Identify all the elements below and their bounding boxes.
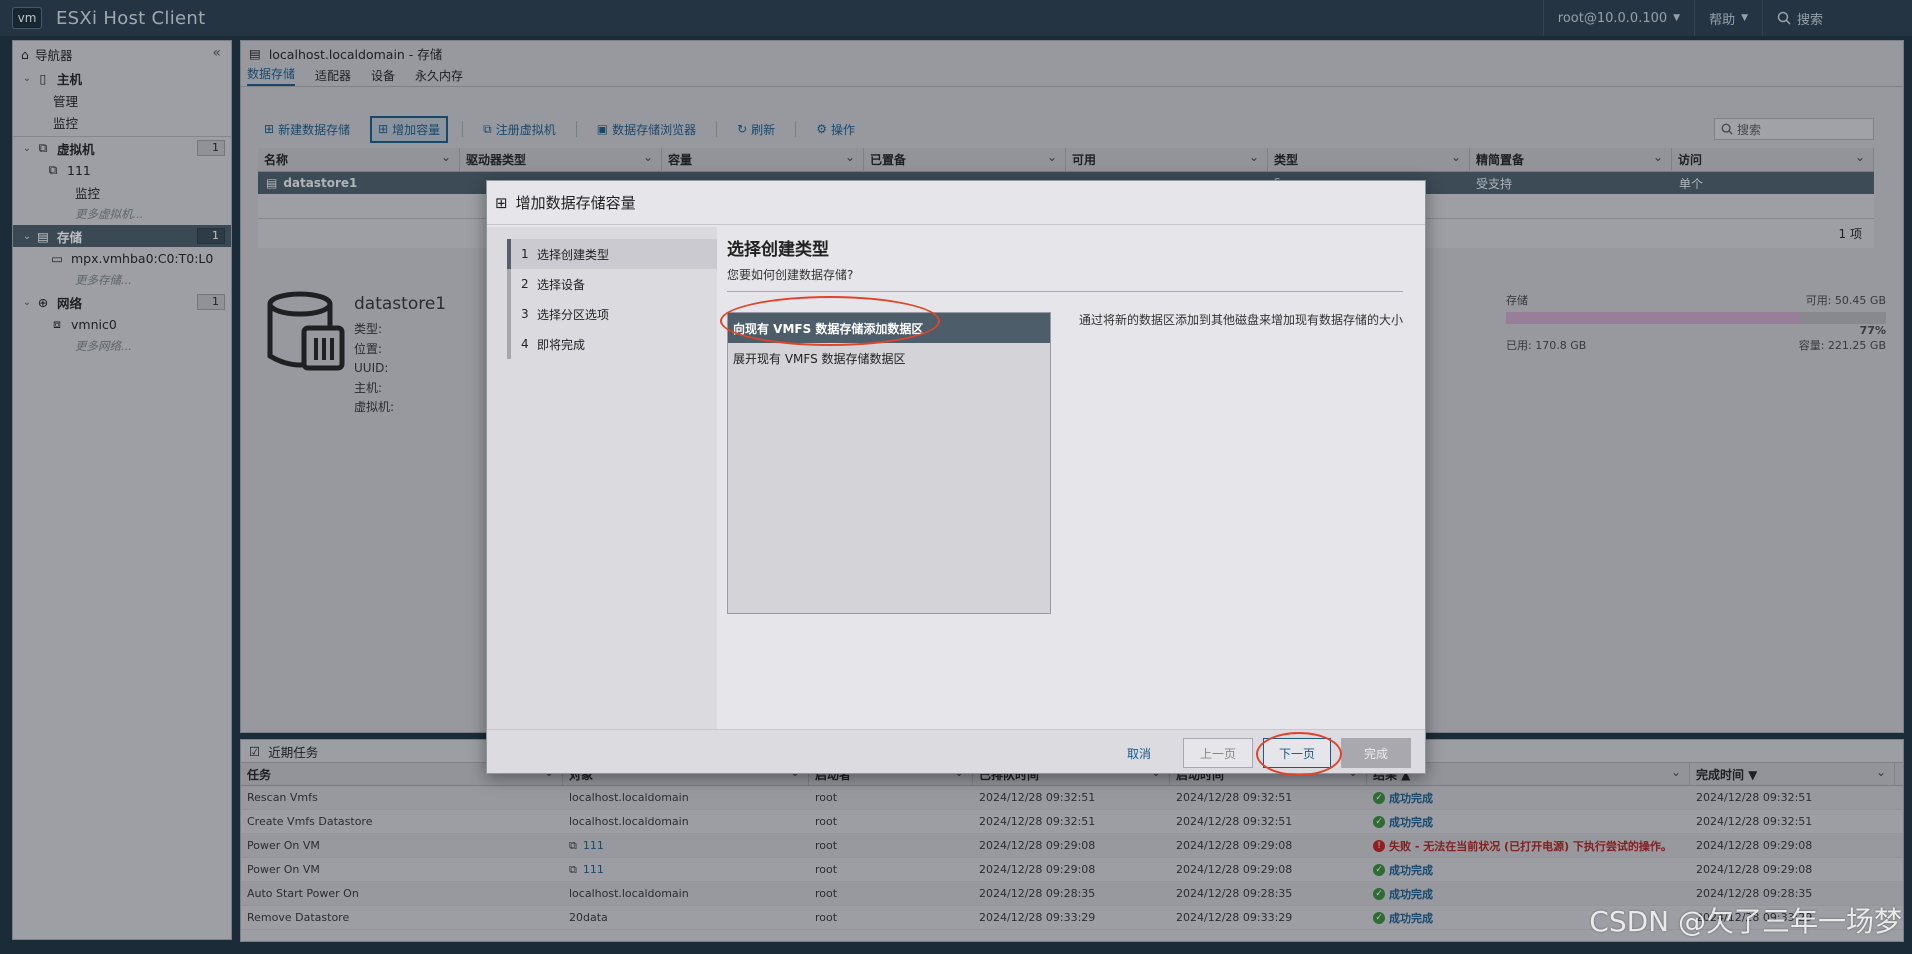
increase-capacity-dialog: ⊞ 增加数据存储容量 1 选择创建类型 2 选择设备 3 选择分区选项 4 即将完成 选择… bbox=[486, 180, 1426, 774]
step-3[interactable]: 3 选择分区选项 bbox=[507, 299, 717, 329]
finish-button[interactable]: 完成 bbox=[1341, 738, 1411, 768]
next-button[interactable]: 下一页 bbox=[1263, 738, 1331, 768]
watermark: CSDN @欠了三年一场梦 bbox=[1589, 905, 1902, 938]
option-description: 通过将新的数据区添加到其他磁盘来增加现有数据存储的大小 bbox=[1079, 313, 1404, 327]
step-4[interactable]: 4 即将完成 bbox=[507, 329, 717, 359]
increase-capacity-icon: ⊞ bbox=[495, 193, 508, 212]
step-heading: 选择创建类型 bbox=[727, 240, 829, 260]
cancel-button[interactable]: 取消 bbox=[1109, 738, 1169, 768]
step-question: 您要如何创建数据存储? bbox=[727, 266, 1403, 292]
previous-button[interactable]: 上一页 bbox=[1183, 738, 1253, 768]
step-2[interactable]: 2 选择设备 bbox=[507, 269, 717, 299]
option-add-extent[interactable]: 向现有 VMFS 数据存储添加数据区 bbox=[728, 313, 1050, 343]
wizard-steps: 1 选择创建类型 2 选择设备 3 选择分区选项 4 即将完成 bbox=[507, 239, 717, 539]
option-expand-extent[interactable]: 展开现有 VMFS 数据存储数据区 bbox=[728, 343, 1050, 373]
dialog-title: 增加数据存储容量 bbox=[515, 194, 636, 212]
creation-type-list: 向现有 VMFS 数据存储添加数据区 展开现有 VMFS 数据存储数据区 bbox=[727, 312, 1051, 614]
step-1[interactable]: 1 选择创建类型 bbox=[507, 239, 717, 269]
